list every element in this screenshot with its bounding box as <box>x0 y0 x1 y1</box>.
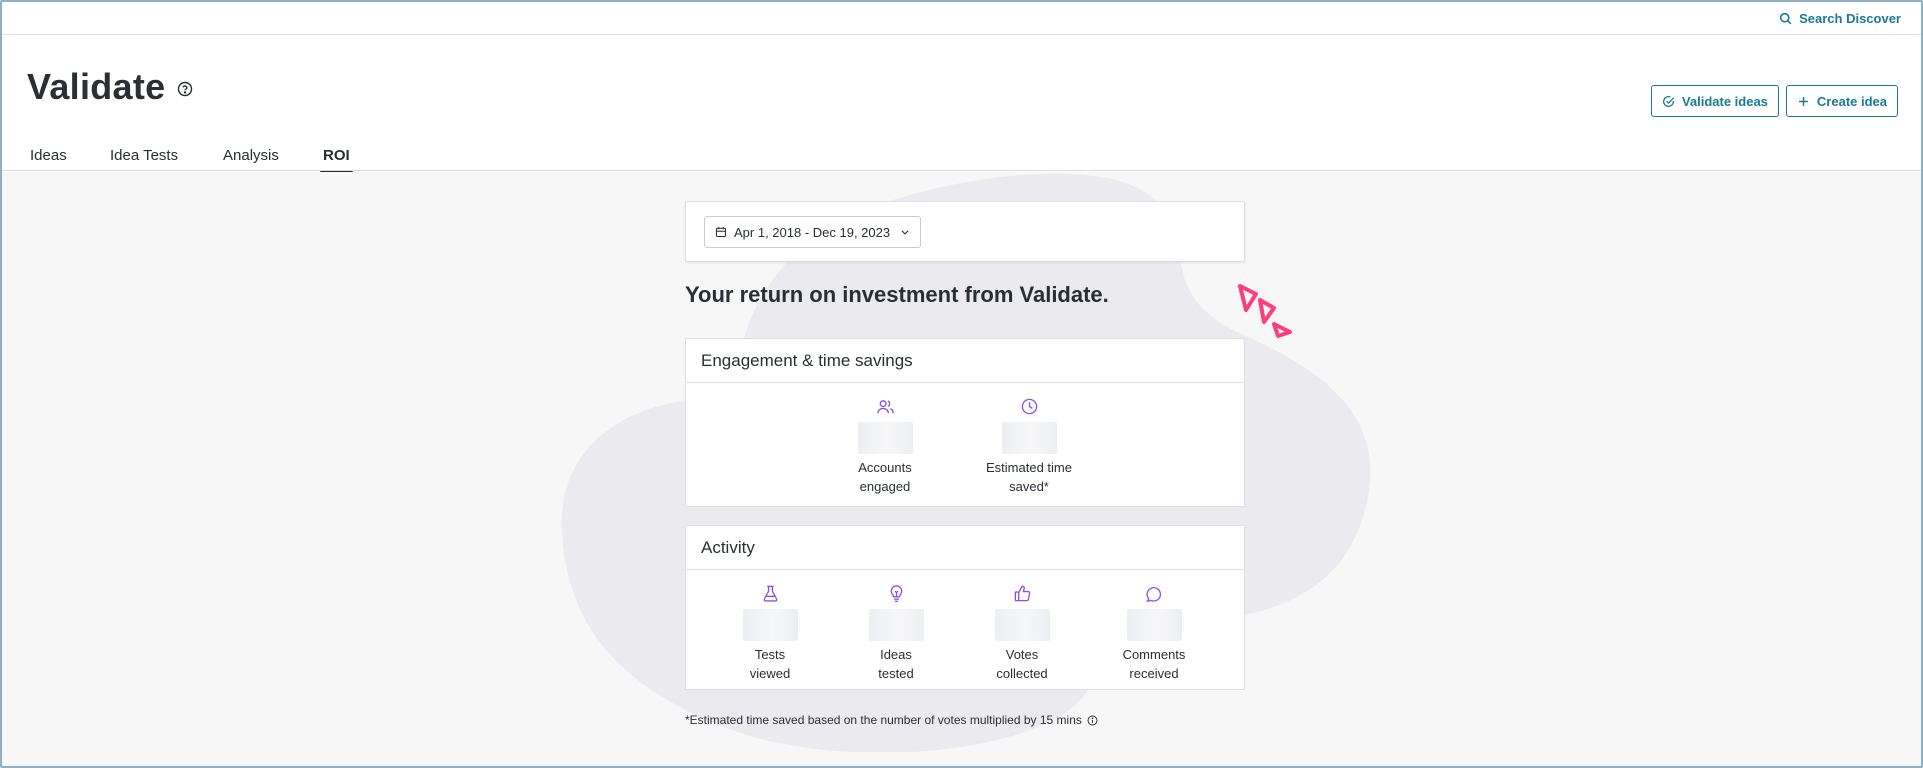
engagement-metrics: Accounts engaged Estimated time saved* <box>686 383 1244 507</box>
tab-idea-tests[interactable]: Idea Tests <box>110 147 178 172</box>
value-placeholder <box>1126 609 1182 641</box>
comment-icon <box>1145 587 1161 603</box>
metric-ideas-tested: Ideas tested <box>841 584 951 683</box>
thumbs-up-icon <box>1014 585 1030 602</box>
roi-headline: Your return on investment from Validate. <box>685 282 1109 307</box>
metric-label: Ideas tested <box>878 647 914 681</box>
chevron-down-icon <box>901 230 909 235</box>
tab-bar: Ideas Idea Tests Analysis ROI <box>2 138 1921 174</box>
page-title: Validate <box>27 66 166 107</box>
app-window: Search Discover Validate Validate ideas … <box>0 0 1923 768</box>
metric-label: Tests viewed <box>749 647 791 681</box>
activity-metrics: Tests viewed Ideas tested Votes collecte… <box>686 570 1244 694</box>
clock-icon <box>1021 398 1037 415</box>
users-icon <box>876 400 894 414</box>
metric-votes-collected: Votes collected <box>967 584 1077 683</box>
value-placeholder <box>857 422 913 454</box>
top-bar: Search Discover <box>2 2 1921 35</box>
date-range-value: Apr 1, 2018 - Dec 19, 2023 <box>734 224 891 240</box>
activity-card: Activity Tests viewed Ideas tested Votes… <box>685 525 1245 690</box>
metric-label: Comments received <box>1122 647 1186 681</box>
value-placeholder <box>994 609 1050 641</box>
create-idea-label: Create idea <box>1816 93 1887 109</box>
metric-estimated-time-saved: Estimated time saved* <box>974 397 1084 496</box>
activity-title: Activity <box>686 526 1244 570</box>
search-discover-label: Search Discover <box>1799 10 1901 26</box>
roi-content: Apr 1, 2018 - Dec 19, 2023 Your return o… <box>2 172 1921 766</box>
engagement-card: Engagement & time savings Accounts engag… <box>685 338 1245 507</box>
calendar-icon <box>715 227 727 238</box>
footnote: *Estimated time saved based on the numbe… <box>685 713 1098 727</box>
metric-label: Estimated time saved* <box>986 460 1072 494</box>
search-icon <box>1779 12 1792 24</box>
metric-tests-viewed: Tests viewed <box>715 584 825 683</box>
page-header: Validate <box>27 66 193 108</box>
value-placeholder <box>1001 422 1057 454</box>
metric-label: Votes collected <box>996 647 1048 681</box>
date-range-picker[interactable]: Apr 1, 2018 - Dec 19, 2023 <box>704 216 921 248</box>
validate-ideas-button[interactable]: Validate ideas <box>1650 85 1779 117</box>
value-placeholder <box>742 609 798 641</box>
metric-label: Accounts engaged <box>858 460 912 494</box>
tab-ideas[interactable]: Ideas <box>30 147 67 172</box>
date-filter-card: Apr 1, 2018 - Dec 19, 2023 <box>685 201 1245 262</box>
validate-ideas-label: Validate ideas <box>1681 93 1768 109</box>
tab-roi[interactable]: ROI <box>320 147 353 174</box>
search-discover-link[interactable]: Search Discover <box>1779 8 1901 28</box>
header-actions: Validate ideas Create idea <box>1650 85 1898 117</box>
value-placeholder <box>868 609 924 641</box>
help-icon[interactable] <box>177 81 193 97</box>
sparkle-decoration-icon <box>1238 284 1292 338</box>
flask-icon <box>763 585 777 602</box>
metric-comments-received: Comments received <box>1099 584 1209 683</box>
plus-icon <box>1798 96 1808 106</box>
engagement-title: Engagement & time savings <box>686 339 1244 383</box>
footnote-text: *Estimated time saved based on the numbe… <box>685 713 1082 727</box>
lightbulb-icon <box>890 585 902 602</box>
metric-accounts-engaged: Accounts engaged <box>830 397 940 496</box>
info-icon[interactable] <box>1087 715 1098 726</box>
create-idea-button[interactable]: Create idea <box>1785 85 1898 117</box>
tab-analysis[interactable]: Analysis <box>223 147 279 172</box>
check-circle-icon <box>1662 95 1675 107</box>
